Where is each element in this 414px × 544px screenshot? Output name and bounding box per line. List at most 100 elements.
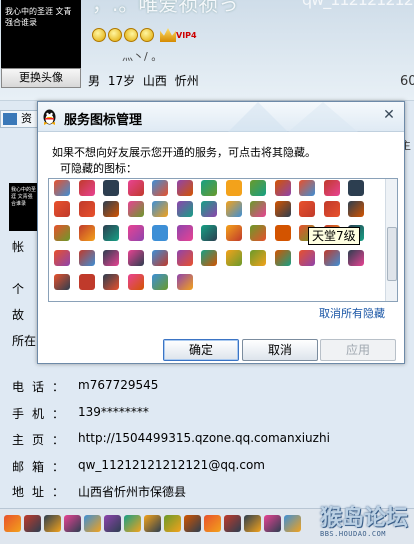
service-icon[interactable] [176,201,193,217]
service-icon[interactable] [164,515,181,532]
vip-crown-icon [160,28,176,42]
service-icon[interactable] [54,201,70,217]
service-icon[interactable] [348,250,364,266]
scrollbar-thumb[interactable] [387,227,397,281]
service-icon[interactable] [84,515,101,532]
service-icon[interactable] [54,250,70,266]
unhide-all-link[interactable]: 取消所有隐藏 [319,305,385,321]
service-icon[interactable] [78,180,95,196]
right-number: 60 [400,74,414,89]
qq-penguin-icon [43,109,56,125]
service-icon[interactable] [323,180,340,196]
service-icon[interactable] [152,250,168,266]
service-icon[interactable] [225,225,242,241]
service-icon[interactable] [127,180,144,196]
service-icon[interactable] [244,515,261,532]
service-icon[interactable] [124,515,141,532]
service-icon[interactable] [225,201,242,217]
service-icon[interactable] [104,515,121,532]
icon-list-label: 可隐藏的图标： [60,162,137,175]
service-icon[interactable] [201,225,217,241]
service-icon[interactable] [78,274,95,290]
info-key: 地址： [12,485,73,499]
service-icon[interactable] [224,515,241,532]
info-row-mobile: 手机： 139******** [12,405,412,423]
smile-icon [92,28,106,42]
close-icon[interactable]: ✕ [380,108,398,124]
icon-tooltip: 天堂7级 [308,227,360,245]
service-icon[interactable] [299,201,315,217]
service-icon[interactable] [152,225,168,241]
service-icon[interactable] [299,250,315,266]
service-icon[interactable] [152,180,168,196]
info-value[interactable]: qw_11212121212121@qq.com [78,458,265,472]
service-icon[interactable] [201,201,217,217]
service-icon[interactable] [176,274,193,290]
info-value[interactable]: http://1504499315.qzone.qq.comanxiuzhi [78,431,330,445]
service-icon[interactable] [64,515,81,532]
service-icon[interactable] [225,250,242,266]
service-icon[interactable] [323,250,340,266]
service-icon[interactable] [54,274,70,290]
service-icon[interactable] [284,515,301,532]
service-icon[interactable] [274,225,291,241]
info-row-homepage: 主页： http://1504499315.qzone.qq.comanxiuz… [12,431,412,449]
service-icon[interactable] [201,180,217,196]
service-icon[interactable] [264,515,281,532]
service-icon[interactable] [176,225,193,241]
service-icon[interactable] [152,274,168,290]
moon-icon [124,28,138,42]
service-icon[interactable] [176,250,193,266]
service-icon[interactable] [250,201,266,217]
ok-button[interactable]: 确定 [163,339,239,361]
scrollbar[interactable] [385,179,397,301]
info-row-phone: 电话： m767729545 [12,378,412,396]
service-icon[interactable] [225,180,242,196]
info-key: 邮箱： [12,460,73,474]
service-icon[interactable] [127,250,144,266]
service-icon[interactable] [348,180,364,196]
vip-badge: VIP4 [176,31,197,40]
service-icon[interactable] [54,225,70,241]
service-icon[interactable] [103,225,119,241]
service-icon[interactable] [4,515,21,532]
change-avatar-button[interactable]: 更换头像 [1,68,81,88]
service-icon[interactable] [103,180,119,196]
service-icon[interactable] [103,274,119,290]
service-icon[interactable] [24,515,41,532]
apply-button[interactable]: 应用 [320,339,396,361]
service-icon[interactable] [323,201,340,217]
service-icon[interactable] [78,250,95,266]
service-icon[interactable] [54,180,70,196]
service-icon[interactable] [274,250,291,266]
service-icon[interactable] [176,180,193,196]
service-icon[interactable] [103,250,119,266]
service-icon[interactable] [152,201,168,217]
service-icon[interactable] [274,201,291,217]
info-key: 主页： [12,433,73,447]
service-icon[interactable] [348,201,364,217]
service-icon[interactable] [127,274,144,290]
service-icon[interactable] [78,201,95,217]
service-icon[interactable] [274,180,291,196]
service-icon[interactable] [250,225,266,241]
dialog-titlebar[interactable]: 服务图标管理 ✕ [38,102,404,132]
service-icon[interactable] [204,515,221,532]
service-icon[interactable] [78,225,95,241]
tab-profile[interactable]: 资 [0,110,40,128]
service-icon[interactable] [184,515,201,532]
service-icon[interactable] [201,250,217,266]
service-icon[interactable] [250,180,266,196]
bottom-icon-row [4,515,301,532]
service-icon[interactable] [44,515,61,532]
cancel-button[interactable]: 取消 [242,339,318,361]
info-key: 手机： [12,407,73,421]
service-icon[interactable] [103,201,119,217]
service-icon[interactable] [127,225,144,241]
avatar[interactable]: 我心中的圣涯 文青强合谁录 [1,0,81,68]
dialog-title: 服务图标管理 [64,113,143,128]
service-icon[interactable] [144,515,161,532]
service-icon[interactable] [127,201,144,217]
service-icon[interactable] [299,180,315,196]
service-icon[interactable] [250,250,266,266]
